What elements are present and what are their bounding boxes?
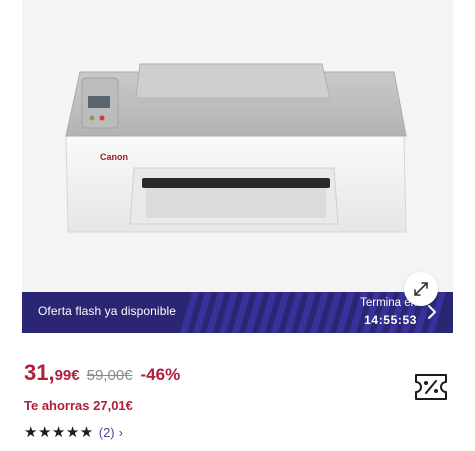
expand-image-button[interactable] bbox=[404, 272, 438, 306]
star-rating-icon: ★★★★★ bbox=[24, 424, 94, 441]
price-row: 31, 99€ 59,00€ -46% bbox=[24, 360, 180, 386]
current-price-integer: 31, bbox=[24, 360, 55, 385]
chevron-right-icon[interactable] bbox=[427, 304, 437, 325]
chevron-right-small-icon: › bbox=[118, 424, 123, 440]
product-image[interactable]: Canon bbox=[22, 0, 453, 292]
printer-image: Canon bbox=[65, 63, 407, 233]
expand-icon bbox=[414, 282, 428, 296]
countdown-timer: 14:55:53 bbox=[364, 313, 417, 327]
original-price: 59,00€ bbox=[86, 367, 133, 384]
flash-sale-banner[interactable]: Oferta flash ya disponible Termina en 14… bbox=[22, 292, 453, 333]
savings-text: Te ahorras 27,01€ bbox=[24, 398, 133, 413]
review-count-link[interactable]: (2) bbox=[99, 425, 115, 440]
current-price-decimal: 99€ bbox=[54, 367, 80, 384]
svg-text:Canon: Canon bbox=[100, 152, 128, 162]
flash-sale-label: Oferta flash ya disponible bbox=[38, 304, 177, 318]
rating-row[interactable]: ★★★★★ (2) › bbox=[24, 423, 123, 441]
discount-badge: -46% bbox=[140, 365, 181, 384]
coupon-percent-icon[interactable] bbox=[414, 373, 448, 406]
